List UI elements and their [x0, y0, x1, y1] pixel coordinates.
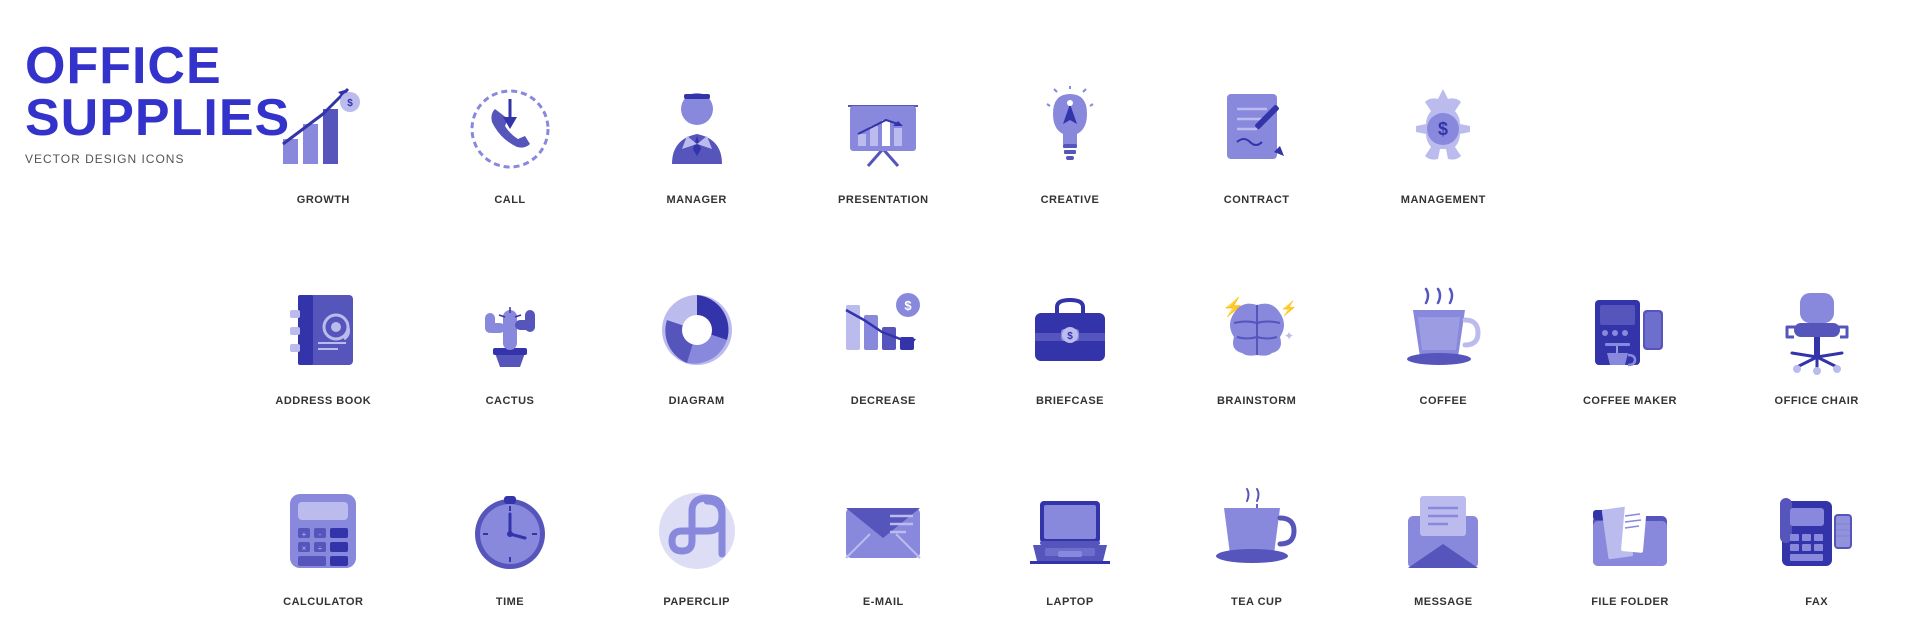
office-chair-label: OFFICE CHAIR [1775, 395, 1859, 407]
creative-label: CREATIVE [1041, 194, 1100, 206]
coffee-icon [1388, 275, 1498, 385]
icon-cell-briefcase[interactable]: $ BRIEFCASE [977, 221, 1164, 422]
fax-icon [1762, 476, 1872, 586]
coffee-label: COFFEE [1420, 395, 1468, 407]
creative-icon [1015, 74, 1125, 184]
icon-cell-calculator[interactable]: + - × ÷ CALCULATOR [230, 422, 417, 623]
icon-cell-empty-r1c8 [1537, 20, 1724, 221]
icon-cell-call[interactable]: CALL [417, 20, 604, 221]
management-icon: $ [1388, 74, 1498, 184]
icon-cell-diagram[interactable]: DIAGRAM [603, 221, 790, 422]
presentation-icon [828, 74, 938, 184]
svg-text:$: $ [1438, 119, 1448, 139]
icon-cell-paperclip[interactable]: PAPERCLIP [603, 422, 790, 623]
decrease-icon: $ [828, 275, 938, 385]
tea-cup-icon [1202, 476, 1312, 586]
email-label: E-MAIL [863, 596, 904, 608]
message-label: MESSAGE [1414, 596, 1473, 608]
cactus-label: CACTUS [486, 395, 535, 407]
icon-cell-brainstorm[interactable]: ⚡ ⚡ ✦ BRAINSTORM [1163, 221, 1350, 422]
laptop-label: LAPTOP [1046, 596, 1093, 608]
icon-cell-growth[interactable]: $ GROWTH [230, 20, 417, 221]
svg-text:÷: ÷ [318, 544, 323, 553]
icon-cell-contract[interactable]: CONTRACT [1163, 20, 1350, 221]
title-section: OFFICE SUPPLIES VECTOR DESIGN ICONS [10, 20, 230, 623]
briefcase-icon: $ [1015, 275, 1125, 385]
manager-icon [642, 74, 752, 184]
presentation-label: PRESENTATION [838, 194, 929, 206]
icon-cell-decrease[interactable]: $ DECREASE [790, 221, 977, 422]
fax-label: FAX [1805, 596, 1828, 608]
growth-icon: $ [268, 74, 378, 184]
icon-cell-creative[interactable]: CREATIVE [977, 20, 1164, 221]
icon-cell-time[interactable]: TIME [417, 422, 604, 623]
svg-text:×: × [302, 544, 307, 553]
main-container: OFFICE SUPPLIES VECTOR DESIGN ICONS $ [0, 0, 1920, 643]
address-book-label: ADDRESS BOOK [275, 395, 371, 407]
paperclip-label: PAPERCLIP [663, 596, 730, 608]
manager-label: MANAGER [666, 194, 726, 206]
page-title: OFFICE SUPPLIES [25, 40, 215, 144]
icon-cell-address-book[interactable]: ADDRESS BOOK [230, 221, 417, 422]
diagram-icon [642, 275, 752, 385]
svg-text:$: $ [348, 98, 354, 109]
icon-cell-file-folder[interactable]: FILE FOLDER [1537, 422, 1724, 623]
svg-text:⚡: ⚡ [1222, 296, 1244, 318]
svg-text:✦: ✦ [1284, 329, 1294, 343]
time-label: TIME [496, 596, 524, 608]
address-book-icon [268, 275, 378, 385]
icon-cell-email[interactable]: E-MAIL [790, 422, 977, 623]
paperclip-icon [642, 476, 752, 586]
icon-cell-empty-r1c9 [1723, 20, 1910, 221]
office-chair-icon [1762, 275, 1872, 385]
tea-cup-label: TEA CUP [1231, 596, 1282, 608]
calculator-label: CALCULATOR [283, 596, 363, 608]
coffee-maker-icon [1575, 275, 1685, 385]
brainstorm-icon: ⚡ ⚡ ✦ [1202, 275, 1312, 385]
briefcase-label: BRIEFCASE [1036, 395, 1104, 407]
svg-text:$: $ [905, 298, 913, 313]
svg-text:⚡: ⚡ [1280, 300, 1297, 317]
coffee-maker-label: COFFEE MAKER [1583, 395, 1677, 407]
icon-cell-fax[interactable]: FAX [1723, 422, 1910, 623]
decrease-label: DECREASE [851, 395, 916, 407]
svg-text:$: $ [1067, 331, 1073, 342]
email-icon [828, 476, 938, 586]
cactus-icon [455, 275, 565, 385]
svg-text:-: - [319, 530, 322, 539]
contract-label: CONTRACT [1224, 194, 1290, 206]
calculator-icon: + - × ÷ [268, 476, 378, 586]
message-icon [1388, 476, 1498, 586]
page-subtitle: VECTOR DESIGN ICONS [25, 152, 215, 166]
icon-cell-coffee-maker[interactable]: COFFEE MAKER [1537, 221, 1724, 422]
call-label: CALL [494, 194, 525, 206]
contract-icon [1202, 74, 1312, 184]
diagram-label: DIAGRAM [669, 395, 725, 407]
brainstorm-label: BRAINSTORM [1217, 395, 1296, 407]
growth-label: GROWTH [297, 194, 350, 206]
icon-cell-cactus[interactable]: CACTUS [417, 221, 604, 422]
icon-cell-coffee[interactable]: COFFEE [1350, 221, 1537, 422]
management-label: MANAGEMENT [1401, 194, 1486, 206]
call-icon [455, 74, 565, 184]
file-folder-label: FILE FOLDER [1591, 596, 1669, 608]
file-folder-icon [1575, 476, 1685, 586]
icons-grid: $ GROWTH CALL [230, 20, 1910, 623]
laptop-icon [1015, 476, 1125, 586]
icon-cell-laptop[interactable]: LAPTOP [977, 422, 1164, 623]
svg-text:+: + [302, 530, 307, 539]
icon-cell-office-chair[interactable]: OFFICE CHAIR [1723, 221, 1910, 422]
icon-cell-tea-cup[interactable]: TEA CUP [1163, 422, 1350, 623]
icon-cell-message[interactable]: MESSAGE [1350, 422, 1537, 623]
icon-cell-manager[interactable]: MANAGER [603, 20, 790, 221]
icon-cell-presentation[interactable]: PRESENTATION [790, 20, 977, 221]
time-icon [455, 476, 565, 586]
icon-cell-management[interactable]: $ MANAGEMENT [1350, 20, 1537, 221]
